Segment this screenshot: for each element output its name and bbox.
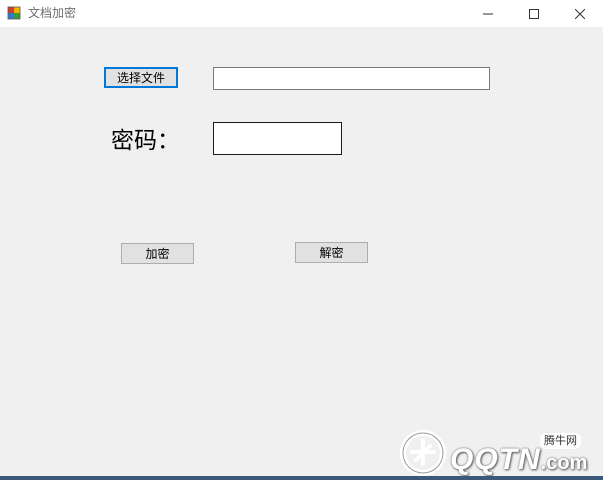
decrypt-button[interactable]: 解密	[295, 242, 368, 263]
minimize-icon	[483, 13, 493, 14]
select-file-button[interactable]: 选择文件	[104, 67, 178, 88]
maximize-icon	[529, 8, 539, 19]
window-title: 文档加密	[28, 6, 77, 20]
title-bar[interactable]: 文档加密	[0, 0, 603, 27]
encrypt-button[interactable]: 加密	[121, 243, 194, 264]
watermark-logo-icon	[400, 430, 446, 476]
maximize-button[interactable]	[511, 0, 557, 27]
watermark-suffix: .com	[540, 452, 588, 474]
app-icon	[7, 6, 21, 20]
minimize-button[interactable]	[465, 0, 511, 27]
file-path-input[interactable]	[213, 67, 490, 90]
app-window: 文档加密 选择文件 密码： 加密 解密 腾牛网 QQTN.com	[0, 0, 603, 480]
taskbar-edge	[0, 476, 603, 480]
password-label: 密码：	[111, 128, 180, 154]
close-button[interactable]	[557, 0, 603, 27]
watermark: 腾牛网 QQTN.com	[396, 424, 603, 480]
watermark-brand-text: QQTN	[450, 443, 541, 476]
password-input[interactable]	[213, 122, 342, 155]
close-icon	[575, 8, 585, 19]
watermark-brand: QQTN.com	[450, 444, 587, 479]
